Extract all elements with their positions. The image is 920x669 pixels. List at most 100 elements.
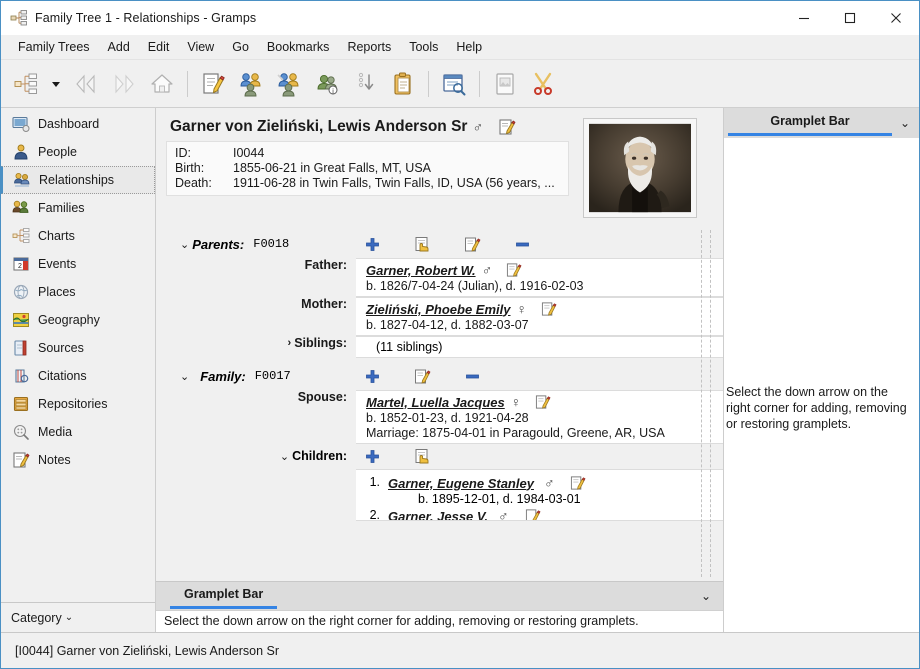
child-number: 1. xyxy=(366,475,388,489)
list-item[interactable]: 2. Garner, Jesse V. ♂ xyxy=(366,506,715,520)
relationship-scroll-area: Garner von Zieliński, Lewis Anderson Sr … xyxy=(156,108,723,581)
edit-icon[interactable] xyxy=(541,301,557,317)
edit-icon[interactable] xyxy=(570,475,586,491)
sidebar-item-geography[interactable]: Geography xyxy=(1,306,155,334)
mother-name-link[interactable]: Zieliński, Phoebe Emily xyxy=(366,302,511,317)
tab-gramplet-bar[interactable]: Gramplet Bar xyxy=(170,583,277,609)
sidebar-item-label: People xyxy=(38,145,77,159)
chevron-down-icon[interactable]: ⌄ xyxy=(701,589,723,603)
forward-arrow-icon[interactable] xyxy=(105,64,143,104)
sources-icon xyxy=(12,339,30,357)
vertical-scrollbar[interactable] xyxy=(701,230,711,577)
add-family-icon[interactable] xyxy=(362,366,382,386)
edit-icon[interactable] xyxy=(506,262,522,278)
remove-icon[interactable] xyxy=(512,234,532,254)
maximize-button[interactable] xyxy=(827,1,873,35)
sidebar-item-families[interactable]: Families xyxy=(1,194,155,222)
menu-reports[interactable]: Reports xyxy=(339,37,399,57)
family-actions xyxy=(356,366,482,386)
menu-help[interactable]: Help xyxy=(448,37,490,57)
people-icon xyxy=(12,143,30,161)
status-text: [I0044] Garner von Zieliński, Lewis Ande… xyxy=(15,644,279,658)
sidebar-item-label: Citations xyxy=(38,369,87,383)
clipboard-icon[interactable] xyxy=(384,64,422,104)
bottom-gramplet-tabbar: Gramplet Bar ⌄ xyxy=(156,582,723,610)
home-icon[interactable] xyxy=(143,64,181,104)
menu-tools[interactable]: Tools xyxy=(401,37,446,57)
edit-icon[interactable] xyxy=(412,366,432,386)
person-facts: ID: I0044 Birth: 1855-06-21 in Great Fal… xyxy=(166,141,569,196)
dropdown-arrow-icon[interactable] xyxy=(45,64,67,104)
category-button[interactable]: Category ⌄ xyxy=(1,602,155,632)
sidebar-item-media[interactable]: Media xyxy=(1,418,155,446)
menu-family-trees[interactable]: Family Trees xyxy=(10,37,98,57)
media-icon[interactable] xyxy=(486,64,524,104)
sidebar-item-repositories[interactable]: Repositories xyxy=(1,390,155,418)
parents-label-group[interactable]: ⌄ Parents: F0018 xyxy=(166,237,356,252)
reorder-icon[interactable] xyxy=(346,64,384,104)
add-partner-icon[interactable]: i xyxy=(308,64,346,104)
child-name-link[interactable]: Garner, Eugene Stanley xyxy=(388,476,534,491)
add-child-icon[interactable] xyxy=(362,446,382,466)
select-existing-icon[interactable] xyxy=(412,234,432,254)
edit-pencil-icon[interactable] xyxy=(498,118,516,136)
menu-view[interactable]: View xyxy=(179,37,222,57)
add-parents-icon[interactable] xyxy=(232,64,270,104)
back-arrow-icon[interactable] xyxy=(67,64,105,104)
sidebar-item-sources[interactable]: Sources xyxy=(1,334,155,362)
remove-icon[interactable] xyxy=(462,366,482,386)
spouse-row: Spouse: Martel, Luella Jacques ♀ xyxy=(166,390,723,444)
add-existing-parents-icon[interactable] xyxy=(270,64,308,104)
portrait-photo[interactable] xyxy=(583,118,697,218)
tab-gramplet-bar[interactable]: Gramplet Bar xyxy=(728,110,892,136)
father-name-link[interactable]: Garner, Robert W. xyxy=(366,263,476,278)
family-id[interactable]: F0017 xyxy=(255,369,291,383)
sidebar-item-dashboard[interactable]: Dashboard xyxy=(1,110,155,138)
menu-bookmarks[interactable]: Bookmarks xyxy=(259,37,338,57)
tools-icon[interactable] xyxy=(524,64,562,104)
menu-edit[interactable]: Edit xyxy=(140,37,178,57)
right-gramplet-bar: Gramplet Bar ⌄ Select the down arrow on … xyxy=(724,108,919,632)
list-item[interactable]: 1. Garner, Eugene Stanley ♂ xyxy=(366,473,715,506)
sidebar-list: Dashboard People xyxy=(1,108,155,602)
chevron-down-icon[interactable]: ⌄ xyxy=(180,370,189,383)
minimize-button[interactable] xyxy=(781,1,827,35)
sidebar-item-charts[interactable]: Charts xyxy=(1,222,155,250)
children-label-group[interactable]: ⌄ Children: xyxy=(166,449,356,463)
sidebar-item-relationships[interactable]: Relationships xyxy=(1,166,155,194)
family-label-group[interactable]: ⌄ Family: F0017 xyxy=(166,369,356,384)
siblings-panel: (11 siblings) xyxy=(356,336,723,358)
mother-name-line: Zieliński, Phoebe Emily ♀ xyxy=(366,301,715,317)
add-parents-icon[interactable] xyxy=(362,234,382,254)
places-icon xyxy=(12,283,30,301)
menu-add[interactable]: Add xyxy=(100,37,138,57)
chevron-down-icon[interactable]: ⌄ xyxy=(180,238,189,251)
edit-icon[interactable] xyxy=(462,234,482,254)
chevron-down-icon[interactable]: ⌄ xyxy=(900,116,919,130)
parents-family-id[interactable]: F0018 xyxy=(253,237,289,251)
chevron-down-icon[interactable]: ⌄ xyxy=(280,450,289,463)
sidebar-item-events[interactable]: 2 Events xyxy=(1,250,155,278)
select-child-icon[interactable] xyxy=(412,446,432,466)
parents-header: ⌄ Parents: F0018 xyxy=(166,234,723,254)
siblings-label-group[interactable]: › Siblings: xyxy=(166,336,356,350)
close-button[interactable] xyxy=(873,1,919,35)
spouse-name-link[interactable]: Martel, Luella Jacques xyxy=(366,395,505,410)
right-gramplet-tabbar: Gramplet Bar ⌄ xyxy=(724,108,919,138)
edit-icon[interactable] xyxy=(535,394,551,410)
reports-icon[interactable] xyxy=(435,64,473,104)
sidebar-item-places[interactable]: Places xyxy=(1,278,155,306)
father-row: Father: Garner, Robert W. ♂ xyxy=(166,258,723,297)
sidebar-item-citations[interactable]: Citations xyxy=(1,362,155,390)
sidebar-item-people[interactable]: People xyxy=(1,138,155,166)
child-name-line: Garner, Eugene Stanley ♂ xyxy=(388,475,715,491)
sidebar-item-notes[interactable]: Notes xyxy=(1,446,155,474)
child-name-link[interactable]: Garner, Jesse V. xyxy=(388,509,488,521)
sidebar-item-label: Geography xyxy=(38,313,100,327)
family-tree-icon[interactable] xyxy=(7,64,45,104)
chevron-right-icon[interactable]: › xyxy=(288,337,292,349)
children-panel: 1. Garner, Eugene Stanley ♂ xyxy=(356,469,723,521)
edit-person-icon[interactable] xyxy=(194,64,232,104)
menu-go[interactable]: Go xyxy=(224,37,257,57)
edit-icon[interactable] xyxy=(525,508,541,520)
